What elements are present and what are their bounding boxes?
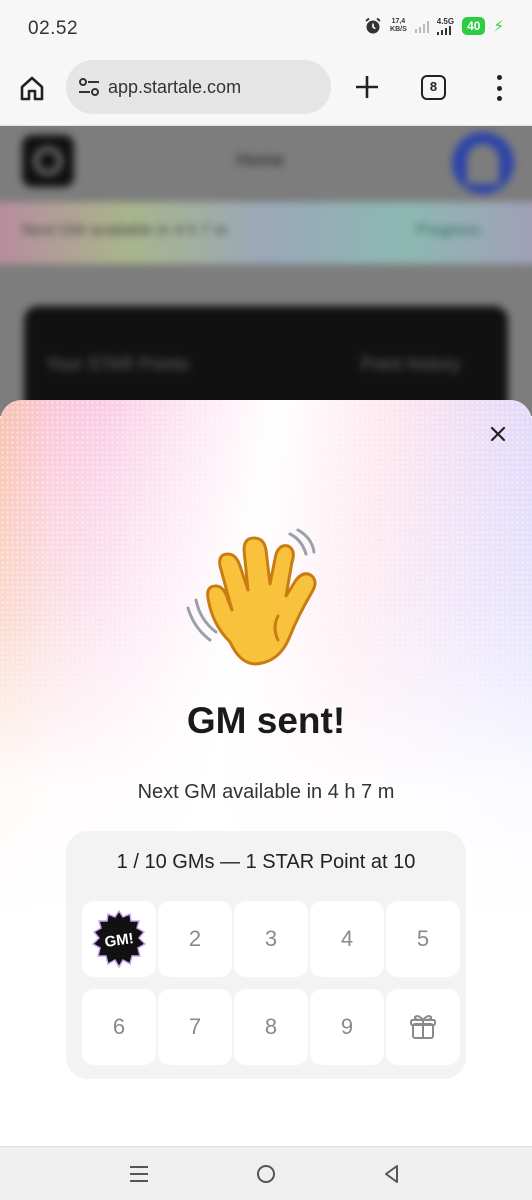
- progress-title: 1 / 10 GMs — 1 STAR Point at 10: [116, 851, 416, 873]
- app-logo: [22, 135, 74, 187]
- site-settings-icon[interactable]: [78, 77, 100, 97]
- new-tab-icon[interactable]: [354, 74, 380, 100]
- banner-text: Next GM available in 4 h 7 m: [22, 222, 228, 239]
- gm-cell-9: 9: [310, 989, 384, 1065]
- signal-icon: [414, 20, 429, 33]
- tab-switcher-button[interactable]: 8: [421, 75, 446, 100]
- next-gm-text: Next GM available in 4 h 7 m: [137, 781, 395, 803]
- url-text[interactable]: app.startale.com: [108, 77, 241, 98]
- status-time: 02.52: [28, 18, 79, 39]
- recents-icon[interactable]: [128, 1164, 150, 1184]
- charging-icon: ⚡: [493, 18, 504, 35]
- points-history: Point history: [360, 354, 460, 374]
- gm-cell-5: 5: [386, 901, 460, 977]
- avatar: [452, 132, 514, 194]
- status-bar: 02.52 17,4 KB/S 4.5G 40 ⚡: [0, 0, 532, 58]
- gm-cell-1: GM!: [82, 901, 156, 977]
- address-bar[interactable]: app.startale.com: [66, 60, 331, 114]
- net-speed: 17,4 KB/S: [390, 18, 407, 33]
- gm-cell-7: 7: [158, 989, 232, 1065]
- home-nav-icon[interactable]: [256, 1164, 276, 1184]
- headline: GM sent!: [186, 700, 346, 741]
- gm-badge-icon: GM!: [91, 909, 147, 969]
- gm-cell-10-reward: [386, 989, 460, 1065]
- signal-4g: 4.5G: [436, 17, 454, 35]
- background-page: Home Next GM available in 4 h 7 m Progre…: [0, 126, 532, 416]
- gm-cell-3: 3: [234, 901, 308, 977]
- gm-grid: GM! 2 3 4 5 6 7 8 9: [82, 901, 462, 1077]
- gm-progress-card: 1 / 10 GMs — 1 STAR Point at 10 GM! 2 3 …: [66, 831, 466, 1079]
- close-icon[interactable]: [486, 422, 510, 446]
- back-icon[interactable]: [382, 1164, 402, 1184]
- gm-sent-sheet: GM sent! Next GM available in 4 h 7 m 1 …: [0, 400, 532, 1146]
- banner-action: Progress: [415, 222, 480, 239]
- gm-cell-4: 4: [310, 901, 384, 977]
- gm-cell-6: 6: [82, 989, 156, 1065]
- alarm-icon: [365, 17, 381, 34]
- system-nav-bar: [0, 1146, 532, 1200]
- browser-toolbar: app.startale.com 8: [0, 58, 532, 126]
- battery-level: 40: [462, 17, 486, 35]
- status-icons: 17,4 KB/S 4.5G 40 ⚡: [364, 17, 504, 35]
- gm-cell-8: 8: [234, 989, 308, 1065]
- more-menu-icon[interactable]: [490, 75, 508, 101]
- home-icon[interactable]: [18, 74, 46, 102]
- gm-cell-2: 2: [158, 901, 232, 977]
- waving-hand-icon: [186, 528, 317, 666]
- gm-banner: Next GM available in 4 h 7 m Progress: [0, 202, 532, 264]
- gift-icon: [410, 1015, 436, 1039]
- page-title: Home: [236, 150, 285, 170]
- points-label: Your STAR Points: [46, 354, 190, 374]
